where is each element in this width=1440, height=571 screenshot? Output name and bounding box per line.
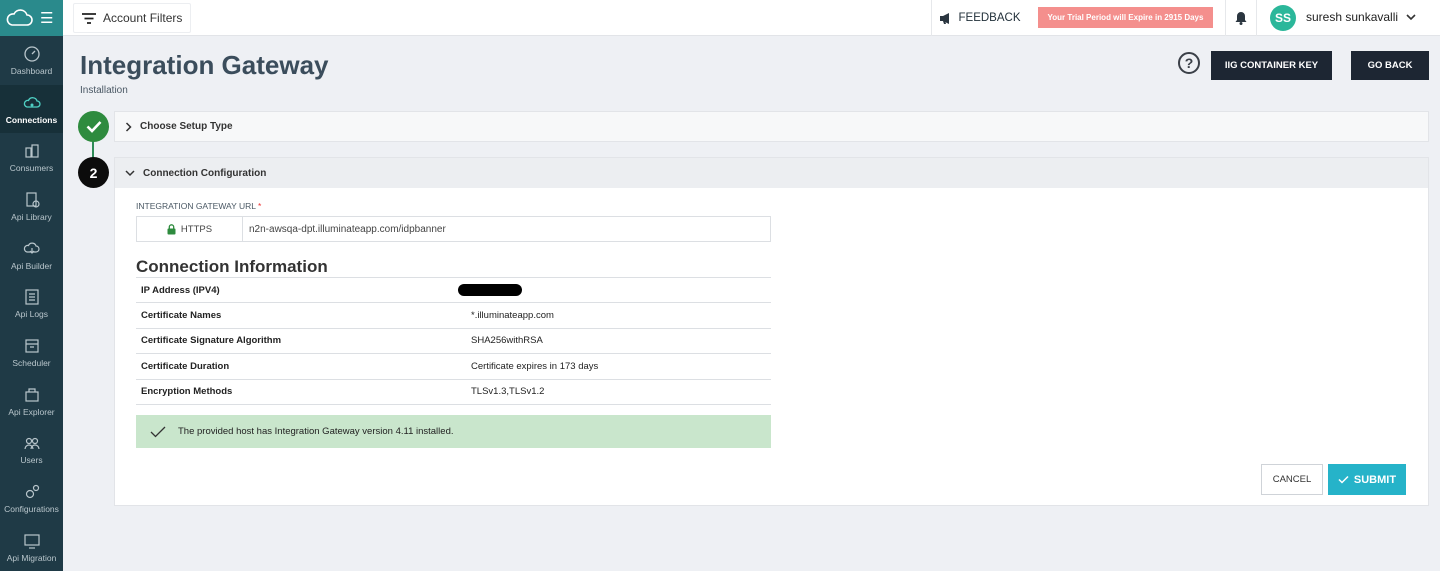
configurations-icon: [25, 484, 39, 499]
api-logs-icon: [24, 289, 39, 305]
page-title: Integration Gateway: [80, 50, 329, 80]
cloud-logo-icon[interactable]: [4, 8, 34, 28]
account-filters-button[interactable]: Account Filters: [73, 3, 192, 33]
protocol-label: HTTPS: [180, 223, 213, 235]
gateway-url-field: HTTPS: [136, 216, 771, 242]
sidebar-item-consumers[interactable]: Consumers: [0, 133, 63, 182]
table-row: Certificate Signature Algorithm SHA256wi…: [136, 328, 771, 353]
sidebar-item-label: Dashboard: [10, 65, 53, 76]
feedback-label: FEEDBACK: [958, 12, 1021, 24]
connections-icon: [23, 96, 41, 108]
user-menu[interactable]: suresh sunkavalli: [1306, 10, 1416, 24]
notifications-button[interactable]: [1225, 0, 1257, 36]
trial-period-badge: Your Trial Period will Expire in 2915 Da…: [1038, 7, 1213, 28]
sidebar-header: ☰: [0, 0, 63, 36]
dashboard-icon: [23, 46, 40, 62]
go-back-button[interactable]: GO BACK: [1351, 51, 1429, 80]
required-marker: *: [258, 201, 262, 211]
cancel-button[interactable]: CANCEL: [1261, 464, 1323, 495]
info-value: *.illuminateapp.com: [471, 310, 554, 322]
gateway-url-input[interactable]: [243, 217, 770, 241]
sidebar: ☰ Dashboard Connections Consumers Api Li…: [0, 0, 63, 571]
sidebar-item-api-builder[interactable]: Api Builder: [0, 231, 63, 280]
username-label: suresh sunkavalli: [1306, 10, 1399, 24]
api-migration-icon: [23, 534, 40, 549]
gateway-url-label: INTEGRATION GATEWAY URL *: [136, 201, 261, 211]
api-explorer-icon: [24, 388, 39, 402]
info-label: IP Address (IPV4): [141, 284, 220, 296]
info-label: Certificate Names: [141, 310, 222, 322]
panel-title: Choose Setup Type: [140, 121, 233, 132]
submit-button[interactable]: SUBMIT: [1328, 464, 1406, 495]
submit-label: SUBMIT: [1353, 473, 1397, 486]
info-value: Certificate expires in 173 days: [471, 360, 599, 372]
step-2-indicator: 2: [78, 157, 109, 188]
sidebar-item-label: Consumers: [9, 163, 54, 174]
users-icon: [23, 438, 40, 450]
sidebar-item-api-logs[interactable]: Api Logs: [0, 279, 63, 328]
redacted-ip-mark: [458, 284, 522, 297]
sidebar-item-connections[interactable]: Connections: [0, 84, 63, 134]
page-subtitle: Installation: [80, 85, 128, 96]
feedback-button[interactable]: FEEDBACK: [931, 0, 1027, 36]
account-filters-label: Account Filters: [103, 11, 183, 25]
connection-configuration-panel: Connection Configuration INTEGRATION GAT…: [114, 157, 1429, 506]
connection-info-title: Connection Information: [136, 257, 328, 276]
success-message: The provided host has Integration Gatewa…: [178, 426, 454, 437]
sidebar-item-users[interactable]: Users: [0, 426, 63, 475]
panel-title: Connection Configuration: [143, 167, 267, 179]
sidebar-item-label: Api Builder: [10, 260, 53, 271]
info-value: TLSv1.3,TLSv1.2: [471, 386, 545, 398]
info-label: Certificate Duration: [141, 360, 230, 372]
sidebar-item-dashboard[interactable]: Dashboard: [0, 36, 63, 85]
info-label: Encryption Methods: [141, 386, 233, 398]
sidebar-item-scheduler[interactable]: Scheduler: [0, 328, 63, 377]
topbar: Account Filters FEEDBACK Your Trial Peri…: [63, 0, 1440, 36]
table-row: Encryption Methods TLSv1.3,TLSv1.2: [136, 379, 771, 405]
check-icon: [86, 121, 101, 133]
table-row: Certificate Duration Certificate expires…: [136, 353, 771, 379]
gateway-url-label-text: INTEGRATION GATEWAY URL: [136, 201, 256, 211]
choose-setup-type-panel[interactable]: Choose Setup Type: [114, 111, 1429, 142]
help-icon[interactable]: ?: [1178, 52, 1200, 74]
sidebar-item-label: Configurations: [4, 504, 59, 515]
connection-info-table: IP Address (IPV4) Certificate Names *.il…: [136, 277, 771, 405]
iig-container-key-button[interactable]: IIG CONTAINER KEY: [1211, 51, 1332, 80]
sidebar-item-label: Api Migration: [6, 552, 57, 563]
check-icon: [1338, 475, 1349, 484]
sidebar-item-api-explorer[interactable]: Api Explorer: [0, 377, 63, 426]
chevron-down-icon: [125, 169, 135, 176]
api-builder-icon: [23, 242, 40, 254]
api-library-icon: [25, 192, 40, 208]
sidebar-item-label: Api Explorer: [8, 406, 55, 417]
lock-icon: [167, 223, 176, 234]
check-icon: [150, 426, 166, 437]
chevron-right-icon: [125, 121, 132, 132]
filter-icon: [82, 12, 96, 24]
info-value: SHA256withRSA: [471, 335, 543, 347]
info-value: [458, 278, 771, 303]
hamburger-menu-icon[interactable]: ☰: [40, 11, 53, 26]
protocol-prefix: HTTPS: [137, 217, 243, 241]
sidebar-item-api-library[interactable]: Api Library: [0, 182, 63, 231]
bell-icon: [1235, 12, 1247, 25]
sidebar-item-configurations[interactable]: Configurations: [0, 474, 63, 523]
sidebar-item-label: Scheduler: [12, 357, 51, 368]
table-row: IP Address (IPV4): [136, 277, 771, 303]
avatar[interactable]: SS: [1270, 5, 1296, 31]
consumers-icon: [24, 144, 39, 158]
sidebar-item-label: Connections: [5, 114, 58, 125]
connection-configuration-header[interactable]: Connection Configuration: [115, 158, 1428, 188]
sidebar-item-api-migration[interactable]: Api Migration: [0, 523, 63, 571]
megaphone-icon: [939, 12, 949, 24]
step-1-complete-indicator: [78, 111, 109, 142]
sidebar-item-label: Api Library: [11, 211, 52, 222]
table-row: Certificate Names *.illuminateapp.com: [136, 302, 771, 328]
info-label: Certificate Signature Algorithm: [141, 335, 282, 347]
scheduler-icon: [24, 339, 39, 353]
sidebar-item-label: Api Logs: [14, 309, 49, 320]
success-alert: The provided host has Integration Gatewa…: [136, 415, 771, 448]
chevron-down-icon: [1406, 13, 1416, 20]
sidebar-item-label: Users: [20, 455, 43, 466]
